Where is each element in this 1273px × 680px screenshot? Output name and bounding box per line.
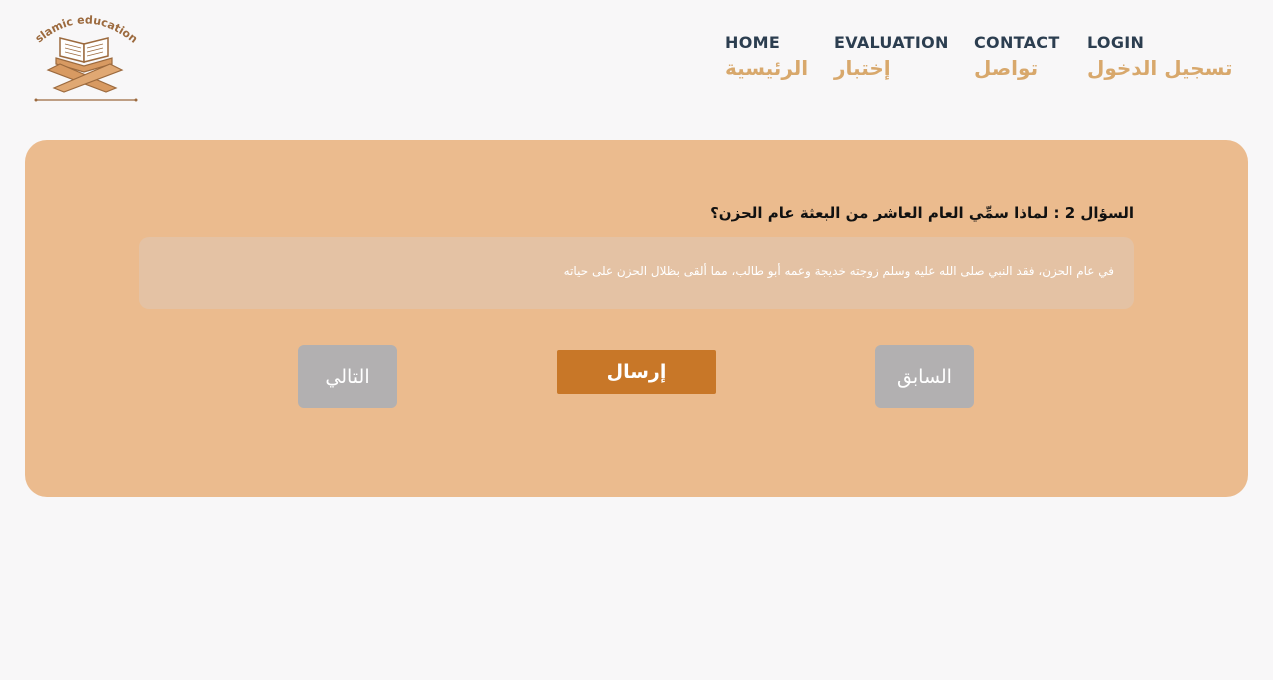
answer-text: في عام الحزن، فقد النبي صلى الله عليه وس…: [563, 264, 1114, 278]
nav-item-evaluation[interactable]: EVALUATION إختبار: [834, 33, 949, 82]
nav-label-en: LOGIN: [1087, 33, 1145, 52]
nav-item-contact[interactable]: CONTACT تواصل: [974, 33, 1060, 82]
nav-label-ar: إختبار: [834, 56, 891, 80]
quiz-card: السؤال 2 : لماذا سمِّي العام العاشر من ا…: [25, 140, 1248, 497]
nav-label-ar: تواصل: [974, 56, 1039, 80]
header: islamic education HOME الرئيسية EVALUATI…: [0, 0, 1273, 120]
nav-item-login[interactable]: LOGIN تسجيل الدخول: [1087, 33, 1232, 82]
submit-button[interactable]: إرسال: [557, 350, 716, 394]
nav-label-en: CONTACT: [974, 33, 1060, 52]
nav-label-ar: تسجيل الدخول: [1087, 56, 1233, 80]
nav-label-ar: الرئيسية: [725, 56, 809, 80]
nav-item-home[interactable]: HOME الرئيسية: [725, 33, 808, 82]
question-text: السؤال 2 : لماذا سمِّي العام العاشر من ا…: [710, 204, 1134, 222]
previous-button[interactable]: السابق: [875, 345, 974, 408]
answer-box[interactable]: في عام الحزن، فقد النبي صلى الله عليه وس…: [139, 237, 1134, 309]
nav-label-en: HOME: [725, 33, 781, 52]
main-nav: HOME الرئيسية EVALUATION إختبار CONTACT …: [0, 33, 1273, 93]
next-button[interactable]: التالي: [298, 345, 397, 408]
nav-label-en: EVALUATION: [834, 33, 949, 52]
